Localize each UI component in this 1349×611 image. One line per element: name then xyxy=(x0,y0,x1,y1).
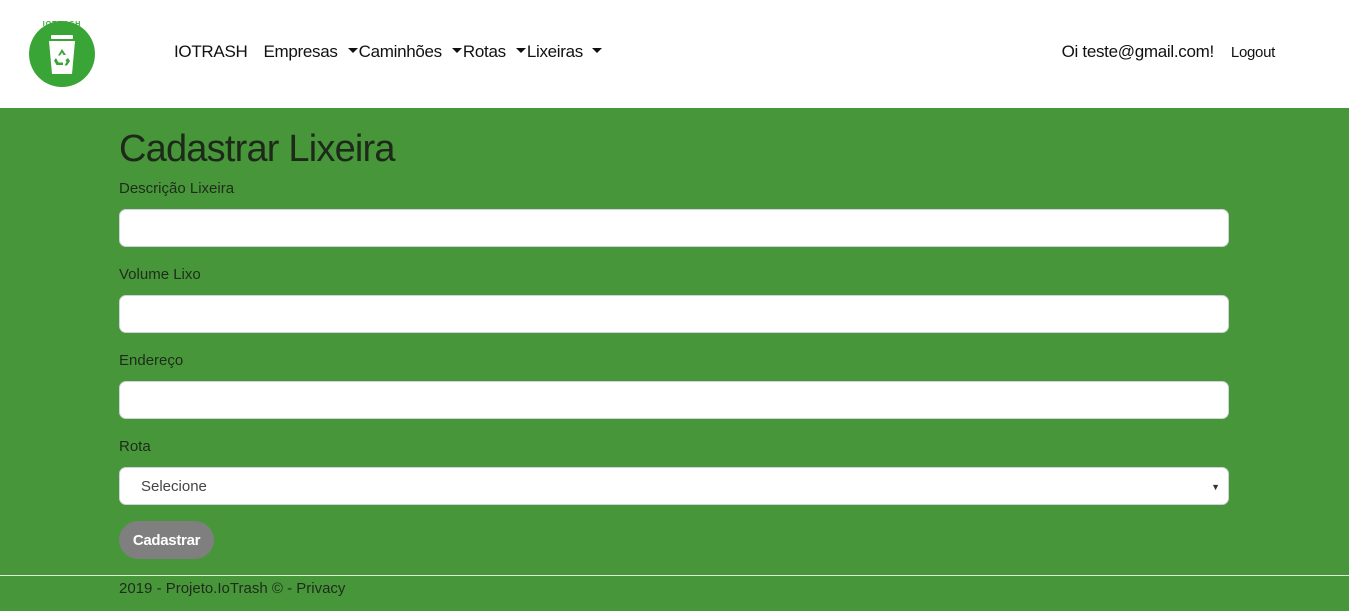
nav-dropdown-label: Empresas xyxy=(263,42,338,61)
top-navbar: IOTRASH IOTRASH Empresas Caminhões Rotas… xyxy=(0,0,1349,108)
caret-down-icon xyxy=(451,47,462,53)
caret-down-icon xyxy=(347,47,358,53)
select-arrow-icon: ▼ xyxy=(1211,482,1220,492)
nav-dropdown-label: Caminhões xyxy=(358,42,443,61)
nav-dropdown-lixeiras[interactable]: Lixeiras xyxy=(527,42,603,62)
iotrash-logo[interactable]: IOTRASH xyxy=(27,17,97,87)
privacy-link[interactable]: Privacy xyxy=(296,580,345,597)
rota-select-value: Selecione xyxy=(141,477,207,495)
footer-text: 2019 - Projeto.IoTrash © - xyxy=(119,580,297,597)
rota-select[interactable]: Selecione ▼ xyxy=(119,467,1229,505)
endereco-input[interactable] xyxy=(119,381,1229,419)
logout-button[interactable]: Logout xyxy=(1231,44,1275,61)
recycle-bin-icon: IOTRASH xyxy=(29,21,95,87)
user-greeting[interactable]: Oi teste@gmail.com! xyxy=(1062,42,1215,62)
footer-divider xyxy=(0,575,1349,576)
rota-label: Rota xyxy=(119,438,151,455)
nav-dropdown-caminhoes[interactable]: Caminhões xyxy=(359,42,463,62)
footer: 2019 - Projeto.IoTrash © - Privacy xyxy=(119,580,345,597)
nav-dropdown-empresas[interactable]: Empresas xyxy=(263,42,358,62)
volume-input[interactable] xyxy=(119,295,1229,333)
user-area: Oi teste@gmail.com! Logout xyxy=(1062,40,1276,64)
caret-down-icon xyxy=(592,47,602,53)
nav-dropdown-rotas[interactable]: Rotas xyxy=(463,42,527,62)
cadastrar-button[interactable]: Cadastrar xyxy=(119,521,214,559)
caret-down-icon xyxy=(515,47,526,53)
endereco-label: Endereço xyxy=(119,352,184,369)
nav-dropdown-label: Rotas xyxy=(462,42,506,61)
descricao-input[interactable] xyxy=(119,209,1229,247)
nav-dropdown-label: Lixeiras xyxy=(526,42,583,61)
main-nav: IOTRASH Empresas Caminhões Rotas Lixeira… xyxy=(174,40,603,64)
svg-text:IOTRASH: IOTRASH xyxy=(43,21,82,28)
page-title: Cadastrar Lixeira xyxy=(119,128,396,170)
descricao-label: Descrição Lixeira xyxy=(119,180,235,197)
nav-brand-link[interactable]: IOTRASH xyxy=(174,42,248,62)
volume-label: Volume Lixo xyxy=(119,266,201,283)
